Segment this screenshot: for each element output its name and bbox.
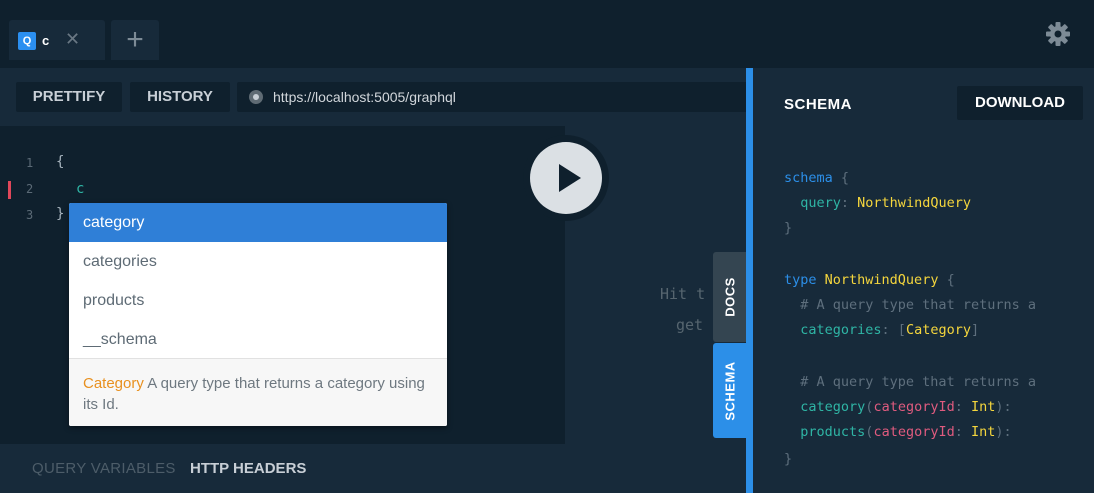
info-type-name[interactable]: Category [83, 375, 144, 392]
editor-toolbar: PRETTIFY HISTORY https://localhost:5005/… [0, 68, 747, 126]
run-query-button[interactable] [530, 142, 602, 214]
line-number: 1 [26, 156, 34, 170]
result-hint: get [676, 316, 704, 334]
prettify-button[interactable]: PRETTIFY [16, 82, 122, 112]
panel-divider[interactable] [746, 68, 753, 493]
autocomplete-dropdown: category categories products __schema Ca… [69, 203, 447, 426]
schema-tab-label: SCHEMA [722, 360, 737, 421]
schema-tab[interactable]: SCHEMA [713, 343, 746, 438]
result-hint: Hit t [660, 285, 706, 303]
line-number: 3 [26, 208, 34, 222]
download-button[interactable]: DOWNLOAD [957, 86, 1083, 120]
autocomplete-info: Category A query type that returns a cat… [69, 358, 447, 426]
autocomplete-item[interactable]: category [69, 203, 447, 242]
sdl-line: } [784, 451, 793, 467]
sdl-line: products(categoryId: Int): [800, 424, 1012, 440]
sdl-line: type NorthwindQuery { [784, 272, 955, 288]
schema-title: SCHEMA [784, 96, 853, 113]
tab-badge: Q [18, 32, 36, 50]
autocomplete-item[interactable]: products [69, 281, 447, 320]
docs-tab[interactable]: DOCS [713, 252, 746, 342]
variables-bar: QUERY VARIABLES HTTP HEADERS [0, 444, 746, 493]
sdl-line: query: NorthwindQuery [800, 195, 971, 211]
error-marker [8, 181, 11, 199]
tab-name: c [42, 33, 50, 48]
play-icon [559, 164, 581, 192]
autocomplete-item[interactable]: __schema [69, 320, 447, 359]
sdl-line: categories: [Category] [800, 322, 980, 338]
query-variables-tab[interactable]: QUERY VARIABLES [32, 460, 176, 477]
schema-panel: SCHEMA DOWNLOAD schema { query: Northwin… [753, 68, 1094, 493]
sdl-line: schema { [784, 170, 850, 186]
line-number: 2 [26, 182, 34, 196]
gear-icon[interactable] [1044, 20, 1072, 48]
top-bar [0, 0, 1094, 68]
close-icon[interactable]: ✕ [65, 29, 80, 49]
query-tab[interactable]: Q c ✕ [9, 20, 105, 60]
autocomplete-item[interactable]: categories [69, 242, 447, 281]
endpoint-url-field[interactable]: https://localhost:5005/graphql [237, 82, 747, 112]
sdl-comment: # A query type that returns a [800, 297, 1036, 313]
endpoint-url[interactable]: https://localhost:5005/graphql [273, 82, 456, 112]
code-line[interactable]: c [76, 181, 84, 197]
connection-status-icon [249, 90, 263, 104]
docs-tab-label: DOCS [722, 277, 737, 317]
code-line[interactable]: } [56, 206, 64, 222]
history-button[interactable]: HISTORY [130, 82, 230, 112]
sdl-line: } [784, 220, 793, 236]
sdl-comment: # A query type that returns a [800, 374, 1036, 390]
new-tab-button[interactable]: + [111, 20, 159, 60]
code-line[interactable]: { [56, 154, 64, 170]
sdl-line: category(categoryId: Int): [800, 399, 1012, 415]
http-headers-tab[interactable]: HTTP HEADERS [190, 460, 306, 477]
